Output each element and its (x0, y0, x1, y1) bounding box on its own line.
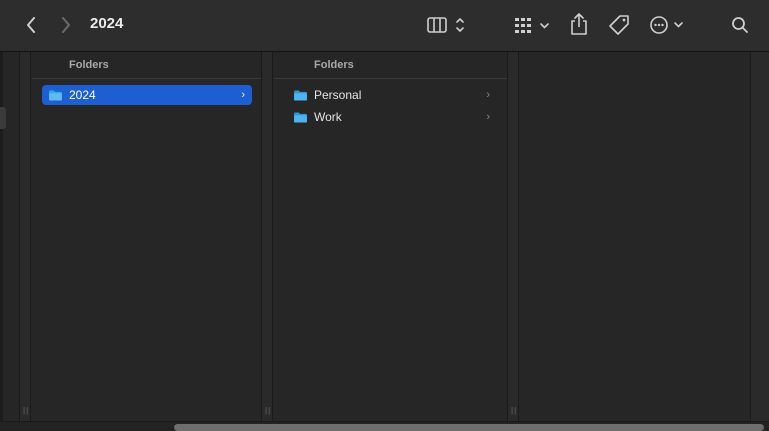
view-mode-button[interactable] (425, 14, 469, 36)
column-resize-handle[interactable]: || (261, 52, 273, 421)
list-item[interactable]: Personal › (287, 85, 497, 105)
toolbar: 2024 (0, 0, 769, 52)
grid-group-icon (515, 18, 549, 33)
tag-button[interactable] (607, 13, 631, 37)
tag-icon (609, 15, 629, 35)
list-item-selected[interactable]: 2024 › (42, 85, 252, 105)
window-title: 2024 (90, 15, 124, 32)
column-header: Folders (32, 52, 261, 79)
column-header-label: Folders (314, 59, 354, 71)
chevron-right-icon: › (486, 111, 490, 123)
grip-icon: || (265, 406, 272, 415)
list-item-label: 2024 (69, 88, 96, 102)
list-item-label: Personal (314, 88, 362, 102)
finder-window: 2024 || Folders 2024 › || Folders Person… (0, 0, 769, 431)
share-icon (571, 13, 587, 35)
folder-icon (294, 89, 307, 101)
share-button[interactable] (568, 12, 590, 36)
folder-icon (49, 89, 62, 101)
more-actions-button[interactable] (648, 14, 688, 36)
right-edge (750, 52, 769, 421)
chevron-right-icon: › (241, 89, 245, 101)
scrollbar-thumb[interactable] (174, 424, 764, 431)
list-item[interactable]: Work › (287, 107, 497, 127)
ellipsis-circle-icon (650, 16, 683, 34)
edge-handle[interactable] (0, 107, 6, 129)
column-resize-handle[interactable]: || (19, 52, 31, 421)
column-browser: || Folders 2024 › || Folders Personal › … (0, 52, 769, 421)
column-header-label: Folders (69, 59, 109, 71)
folder-icon (294, 111, 307, 123)
chevron-right-icon (62, 17, 70, 33)
back-button[interactable] (22, 14, 40, 36)
column-view-icon (427, 17, 464, 33)
horizontal-scrollbar[interactable] (0, 421, 769, 431)
group-button[interactable] (512, 14, 552, 36)
column-header: Folders (274, 52, 507, 79)
list-item-label: Work (314, 110, 342, 124)
grip-icon: || (511, 406, 518, 415)
column-resize-handle[interactable]: || (507, 52, 519, 421)
chevron-left-icon (27, 17, 35, 33)
forward-button[interactable] (57, 14, 75, 36)
search-button[interactable] (729, 14, 751, 36)
grip-icon: || (23, 406, 30, 415)
chevron-right-icon: › (486, 89, 490, 101)
search-icon (732, 17, 748, 33)
